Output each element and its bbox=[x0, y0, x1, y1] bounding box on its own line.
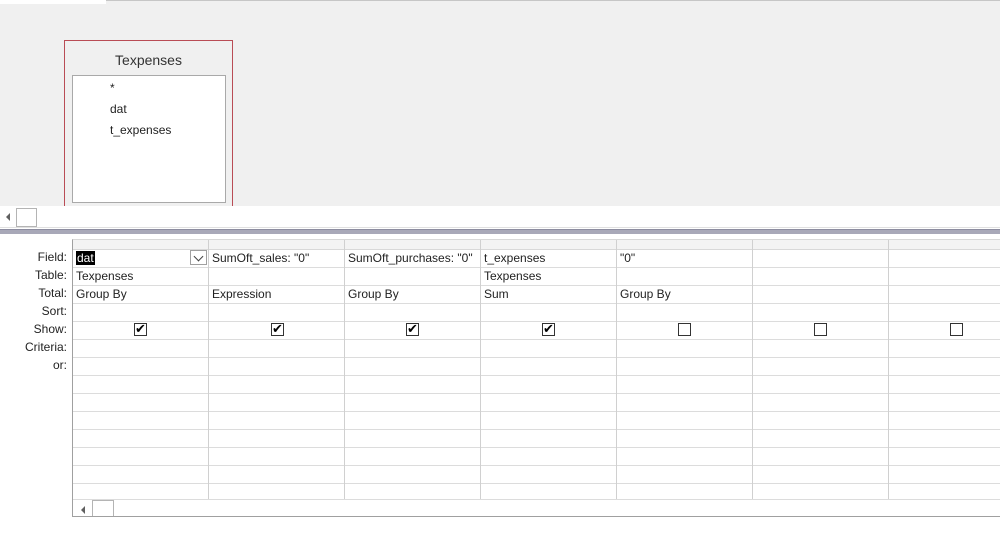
checkmark-icon: ✔ bbox=[272, 322, 283, 337]
table-title[interactable]: Texpenses bbox=[65, 52, 232, 68]
show-checkbox-6[interactable] bbox=[814, 323, 827, 336]
upper-horizontal-scrollbar[interactable] bbox=[0, 207, 1000, 228]
arrow-left-icon[interactable] bbox=[0, 208, 16, 226]
chevron-down-icon[interactable] bbox=[190, 250, 207, 265]
total-cell-2[interactable]: Expression bbox=[212, 287, 271, 301]
scrollbar-thumb[interactable] bbox=[16, 208, 37, 227]
field-value-1[interactable]: dat bbox=[76, 251, 95, 265]
field-cell-5[interactable]: "0" bbox=[620, 251, 635, 265]
show-checkbox-5[interactable] bbox=[678, 323, 691, 336]
pane-splitter[interactable] bbox=[0, 229, 1000, 234]
total-cell-3[interactable]: Group By bbox=[348, 287, 399, 301]
checkmark-icon: ✔ bbox=[407, 322, 418, 337]
row-label-field: Field: bbox=[37, 250, 67, 264]
table-design-pane[interactable]: Texpenses * dat t_expenses bbox=[0, 0, 1000, 206]
field-cell-1[interactable]: dat bbox=[76, 251, 95, 265]
field-cell-4[interactable]: t_expenses bbox=[484, 251, 545, 265]
grid-horizontal-scrollbar[interactable] bbox=[73, 499, 1000, 516]
scrollbar-thumb[interactable] bbox=[92, 500, 114, 516]
show-checkbox-3[interactable]: ✔ bbox=[406, 323, 419, 336]
show-checkbox-4[interactable]: ✔ bbox=[542, 323, 555, 336]
row-label-criteria: Criteria: bbox=[24, 340, 67, 354]
arrow-left-icon[interactable] bbox=[75, 501, 91, 516]
checkmark-icon: ✔ bbox=[135, 322, 146, 337]
table-field-list-window[interactable]: Texpenses * dat t_expenses bbox=[64, 40, 233, 206]
table-cell-4[interactable]: Texpenses bbox=[484, 269, 541, 283]
show-checkbox-1[interactable]: ✔ bbox=[134, 323, 147, 336]
row-label-table: Table: bbox=[34, 268, 67, 282]
checkmark-icon: ✔ bbox=[543, 322, 554, 337]
total-cell-4[interactable]: Sum bbox=[484, 287, 509, 301]
field-list[interactable]: * dat t_expenses bbox=[72, 75, 226, 203]
field-item-t-expenses[interactable]: t_expenses bbox=[110, 123, 171, 137]
column-selector-bar[interactable] bbox=[73, 240, 1000, 250]
document-tab[interactable] bbox=[0, 0, 106, 4]
tab-strip-edge bbox=[106, 0, 1000, 4]
total-cell-5[interactable]: Group By bbox=[620, 287, 671, 301]
field-item-all[interactable]: * bbox=[110, 81, 115, 95]
field-item-dat[interactable]: dat bbox=[110, 102, 127, 116]
show-checkbox-2[interactable]: ✔ bbox=[271, 323, 284, 336]
row-label-or: or: bbox=[52, 358, 67, 372]
field-cell-2[interactable]: SumOft_sales: "0" bbox=[212, 251, 309, 265]
row-label-show: Show: bbox=[33, 322, 67, 336]
query-design-grid[interactable]: dat Texpenses Group By ✔ SumOft_sales: "… bbox=[72, 239, 1000, 517]
field-cell-3[interactable]: SumOft_purchases: "0" bbox=[348, 251, 473, 265]
show-checkbox-7[interactable] bbox=[950, 323, 963, 336]
row-label-sort: Sort: bbox=[41, 304, 67, 318]
row-label-total: Total: bbox=[38, 286, 67, 300]
total-cell-1[interactable]: Group By bbox=[76, 287, 127, 301]
table-cell-1[interactable]: Texpenses bbox=[76, 269, 133, 283]
